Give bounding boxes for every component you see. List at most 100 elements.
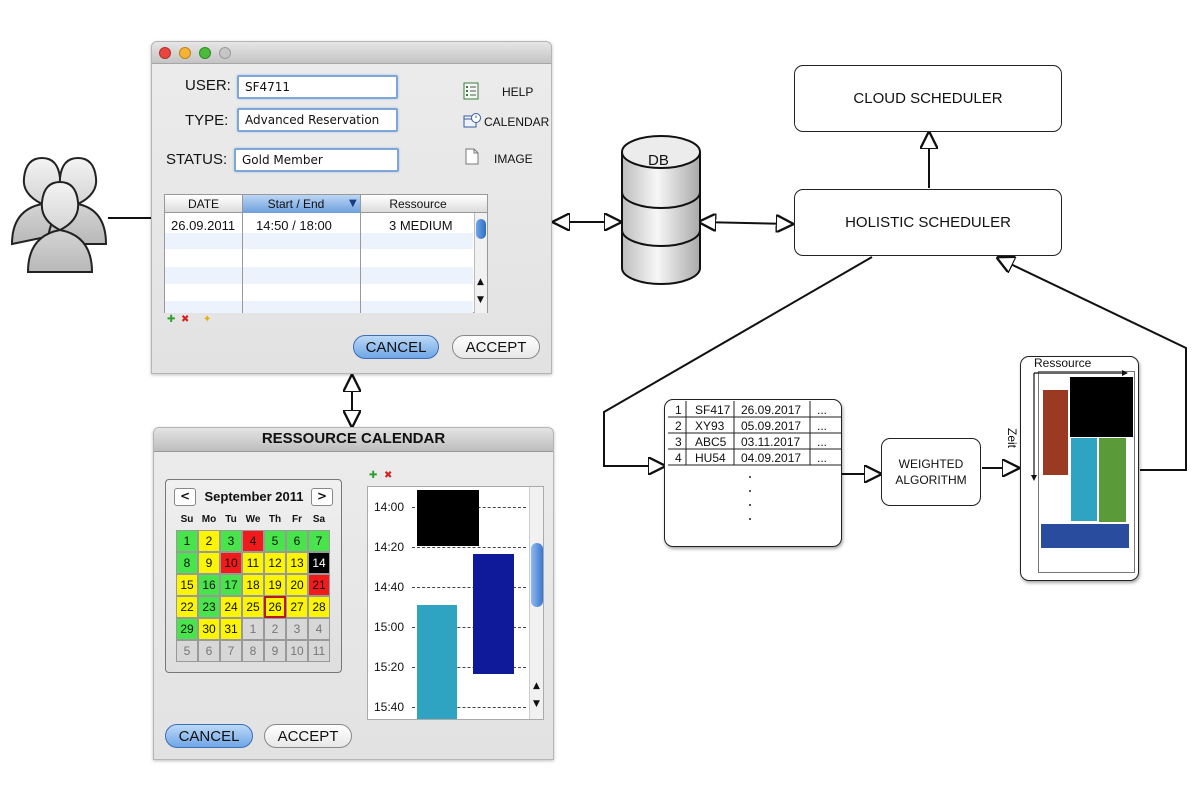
busy-slot-black[interactable] bbox=[417, 490, 479, 546]
calendar-day[interactable]: 8 bbox=[176, 552, 198, 574]
calendar-cancel-button[interactable]: CANCEL bbox=[165, 724, 253, 748]
image-action[interactable] bbox=[465, 148, 479, 169]
weekday-label: Sa bbox=[312, 514, 326, 525]
delete-row-icon[interactable]: ✖ bbox=[181, 314, 189, 325]
calendar-day-outside-month[interactable]: 6 bbox=[198, 640, 220, 662]
start-end-header[interactable]: Start / End bbox=[242, 197, 350, 211]
calendar-day-outside-month[interactable]: 10 bbox=[286, 640, 308, 662]
scroll-down-icon[interactable]: ▼ bbox=[477, 295, 484, 305]
calendar-label[interactable]: CALENDAR bbox=[484, 115, 549, 129]
calendar-day[interactable]: 7 bbox=[308, 530, 330, 552]
ressource-header[interactable]: Ressource bbox=[360, 197, 476, 211]
date-header[interactable]: DATE bbox=[165, 197, 242, 211]
calendar-icon bbox=[463, 113, 481, 128]
help-label[interactable]: HELP bbox=[502, 85, 533, 99]
edit-row-icon[interactable]: ✦ bbox=[203, 314, 211, 325]
calendar-day[interactable]: 16 bbox=[198, 574, 220, 596]
calendar-day[interactable]: 20 bbox=[286, 574, 308, 596]
calendar-day-outside-month[interactable]: 1 bbox=[242, 618, 264, 640]
calendar-day[interactable]: 22 bbox=[176, 596, 198, 618]
calendar-day[interactable]: 15 bbox=[176, 574, 198, 596]
type-label: TYPE: bbox=[185, 112, 229, 129]
user-field[interactable]: SF4711 bbox=[237, 75, 398, 99]
table-row-stripe bbox=[165, 267, 473, 284]
queue-cell: SF417 bbox=[695, 403, 731, 417]
table-row-stripe bbox=[165, 233, 473, 249]
calendar-day[interactable]: 31 bbox=[220, 618, 242, 640]
table-cell-date[interactable]: 26.09.2011 bbox=[171, 218, 235, 233]
table-cell-time[interactable]: 14:50 / 18:00 bbox=[256, 218, 332, 233]
sort-down-icon[interactable]: ▼ bbox=[349, 198, 357, 209]
plot-x-label: Ressource bbox=[1034, 356, 1092, 370]
calendar-day[interactable]: 2 bbox=[198, 530, 220, 552]
calendar-day-outside-month[interactable]: 8 bbox=[242, 640, 264, 662]
calendar-accept-button[interactable]: ACCEPT bbox=[264, 724, 352, 748]
calendar-day[interactable]: 5 bbox=[264, 530, 286, 552]
queue-cell: XY93 bbox=[695, 419, 725, 433]
image-label[interactable]: IMAGE bbox=[494, 152, 533, 166]
next-month-button[interactable]: > bbox=[311, 488, 333, 506]
schedule-scroll-down-icon[interactable]: ▼ bbox=[533, 699, 540, 709]
time-label: 15:00 bbox=[374, 620, 405, 634]
type-field[interactable]: Advanced Reservation bbox=[237, 108, 398, 132]
queue-row: 3 ABC5 03.11.2017... bbox=[667, 434, 841, 449]
close-icon[interactable] bbox=[159, 47, 171, 59]
calendar-day[interactable]: 14 bbox=[308, 552, 330, 574]
calendar-day[interactable]: 27 bbox=[286, 596, 308, 618]
reserved-slot-navy[interactable] bbox=[473, 554, 514, 674]
reserved-slot-cyan[interactable] bbox=[417, 605, 457, 719]
calendar-day[interactable]: 12 bbox=[264, 552, 286, 574]
table-cell-ressource[interactable]: 3 MEDIUM bbox=[389, 218, 453, 233]
calendar-day[interactable]: 19 bbox=[264, 574, 286, 596]
calendar-day[interactable]: 18 bbox=[242, 574, 264, 596]
extra-window-icon[interactable] bbox=[219, 47, 231, 59]
status-field[interactable]: Gold Member bbox=[234, 148, 399, 172]
calendar-day[interactable]: 29 bbox=[176, 618, 198, 640]
schedule-scrollbar[interactable]: ▲ ▼ bbox=[529, 487, 543, 719]
weekday-label: Mo bbox=[201, 514, 217, 525]
delete-slot-icon[interactable]: ✖ bbox=[384, 470, 392, 481]
calendar-day[interactable]: 17 bbox=[220, 574, 242, 596]
scroll-up-icon[interactable]: ▲ bbox=[477, 277, 484, 287]
calendar-day[interactable]: 24 bbox=[220, 596, 242, 618]
calendar-day[interactable]: 3 bbox=[220, 530, 242, 552]
calendar-day-outside-month[interactable]: 11 bbox=[308, 640, 330, 662]
calendar-day[interactable]: 28 bbox=[308, 596, 330, 618]
calendar-day-outside-month[interactable]: 9 bbox=[264, 640, 286, 662]
day-schedule: 14:00 14:20 14:40 15:00 15:20 15:40 ▲ ▼ bbox=[367, 486, 544, 720]
minimize-icon[interactable] bbox=[179, 47, 191, 59]
calendar-day-outside-month[interactable]: 5 bbox=[176, 640, 198, 662]
zoom-icon[interactable] bbox=[199, 47, 211, 59]
calendar-day[interactable]: 30 bbox=[198, 618, 220, 640]
table-scrollbar[interactable]: ▲ ▼ bbox=[474, 213, 487, 313]
cloud-scheduler-box: CLOUD SCHEDULER bbox=[794, 65, 1062, 132]
queue-cell: HU54 bbox=[695, 451, 726, 465]
calendar-day[interactable]: 23 bbox=[198, 596, 220, 618]
calendar-day[interactable]: 21 bbox=[308, 574, 330, 596]
calendar-day[interactable]: 9 bbox=[198, 552, 220, 574]
schedule-scroll-up-icon[interactable]: ▲ bbox=[533, 681, 540, 691]
calendar-day-outside-month[interactable]: 2 bbox=[264, 618, 286, 640]
scroll-thumb[interactable] bbox=[476, 219, 486, 239]
add-slot-icon[interactable]: ✚ bbox=[369, 470, 377, 481]
calendar-day[interactable]: 10 bbox=[220, 552, 242, 574]
form-accept-button[interactable]: ACCEPT bbox=[452, 335, 540, 359]
queue-cell: ... bbox=[817, 419, 828, 433]
form-cancel-button[interactable]: CANCEL bbox=[353, 335, 439, 359]
calendar-day[interactable]: 1 bbox=[176, 530, 198, 552]
help-action[interactable] bbox=[463, 82, 479, 104]
calendar-day[interactable]: 4 bbox=[242, 530, 264, 552]
schedule-scroll-thumb[interactable] bbox=[531, 543, 543, 607]
calendar-action[interactable] bbox=[463, 112, 481, 132]
weekday-label: Su bbox=[180, 514, 194, 525]
calendar-day[interactable]: 13 bbox=[286, 552, 308, 574]
add-row-icon[interactable]: ✚ bbox=[167, 314, 175, 325]
calendar-day-outside-month[interactable]: 4 bbox=[308, 618, 330, 640]
calendar-day[interactable]: 11 bbox=[242, 552, 264, 574]
calendar-day[interactable]: 6 bbox=[286, 530, 308, 552]
prev-month-button[interactable]: < bbox=[174, 488, 196, 506]
calendar-day[interactable]: 25 bbox=[242, 596, 264, 618]
calendar-day-outside-month[interactable]: 7 bbox=[220, 640, 242, 662]
calendar-day-selected[interactable]: 26 bbox=[264, 596, 286, 618]
calendar-day-outside-month[interactable]: 3 bbox=[286, 618, 308, 640]
